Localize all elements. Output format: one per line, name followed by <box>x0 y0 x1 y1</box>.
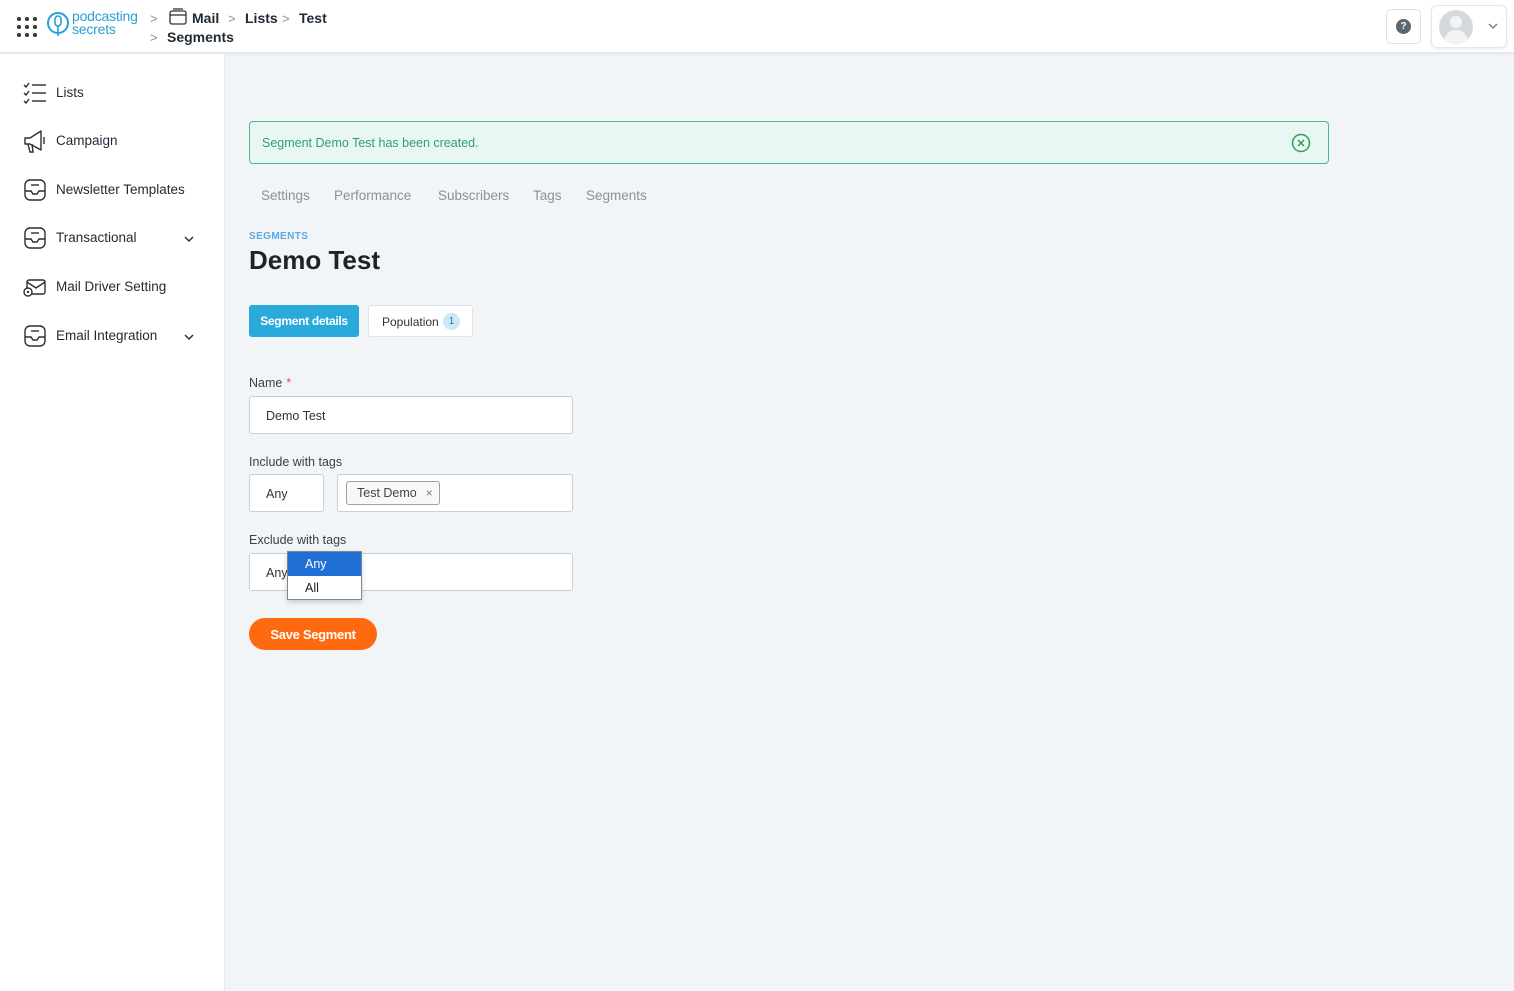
breadcrumb-mail[interactable]: Mail <box>192 10 219 26</box>
tab-subscribers[interactable]: Subscribers <box>438 188 509 203</box>
mail-gear-icon <box>23 279 46 297</box>
exclude-mode-dropdown: Any All <box>287 551 362 600</box>
close-circle-icon[interactable] <box>1291 133 1311 153</box>
sidebar-item-label: Campaign <box>56 133 118 148</box>
include-mode-value: Any <box>266 487 288 501</box>
name-input[interactable]: Demo Test <box>249 396 573 434</box>
breadcrumb-lists[interactable]: Lists <box>245 10 278 26</box>
mail-app-icon <box>169 8 187 25</box>
logo-text: podcasting secrets <box>72 9 138 37</box>
name-input-value: Demo Test <box>266 409 326 423</box>
sidebar-item-newsletter-templates[interactable]: Newsletter Templates <box>0 170 225 210</box>
breadcrumb-segments[interactable]: Segments <box>167 29 234 45</box>
tab-tags[interactable]: Tags <box>533 188 562 203</box>
required-mark: * <box>286 376 292 390</box>
sidebar-item-label: Lists <box>56 85 84 100</box>
name-label-text: Name <box>249 376 283 390</box>
tag-chip-label: Test Demo <box>357 486 417 500</box>
logo-line-2: secrets <box>72 21 116 37</box>
exclude-mode-value: Any <box>266 566 288 580</box>
sidebar-item-label: Newsletter Templates <box>56 182 185 197</box>
sidebar-item-label: Transactional <box>56 230 137 245</box>
sidebar-item-lists[interactable]: Lists <box>0 73 225 113</box>
chevron-right-icon: > <box>228 11 236 26</box>
list-check-icon <box>23 82 46 105</box>
sidebar-item-label: Mail Driver Setting <box>56 279 167 294</box>
include-tags-input[interactable]: Test Demo × <box>337 474 573 512</box>
dropdown-option-all[interactable]: All <box>288 576 361 600</box>
tag-chip: Test Demo × <box>346 481 440 505</box>
sidebar-item-campaign[interactable]: Campaign <box>0 121 225 161</box>
tab-segments[interactable]: Segments <box>586 188 647 203</box>
avatar <box>1439 10 1473 44</box>
population-count-badge: 1 <box>443 313 460 330</box>
population-label: Population <box>382 315 439 329</box>
inbox-icon <box>24 179 46 201</box>
segment-details-button[interactable]: Segment details <box>249 305 359 337</box>
alert-message: Segment Demo Test has been created. <box>262 136 479 150</box>
brand-logo[interactable]: podcasting secrets <box>47 9 145 38</box>
help-button[interactable]: ? <box>1386 9 1421 44</box>
chevron-down-icon[interactable] <box>183 331 195 343</box>
dropdown-option-any[interactable]: Any <box>288 552 361 576</box>
chevron-down-icon[interactable] <box>183 233 195 245</box>
inbox-icon <box>24 227 46 249</box>
user-menu-button[interactable] <box>1431 5 1507 48</box>
apps-grid-icon[interactable] <box>17 17 37 37</box>
microphone-logo-icon <box>47 12 69 36</box>
breadcrumb-test[interactable]: Test <box>299 10 327 26</box>
include-tags-label: Include with tags <box>249 455 343 469</box>
sidebar-item-email-integration[interactable]: Email Integration <box>0 316 225 356</box>
population-button[interactable]: Population 1 <box>368 305 473 337</box>
chevron-right-icon: > <box>150 30 158 45</box>
page-title: Demo Test <box>249 245 380 275</box>
success-alert: Segment Demo Test has been created. <box>249 121 1329 164</box>
exclude-tags-input[interactable] <box>337 553 573 591</box>
chevron-right-icon: > <box>150 11 158 26</box>
help-icon: ? <box>1396 19 1411 34</box>
tab-performance[interactable]: Performance <box>334 188 411 203</box>
save-segment-button[interactable]: Save Segment <box>249 618 377 650</box>
sidebar-item-transactional[interactable]: Transactional <box>0 218 225 258</box>
inbox-icon <box>24 325 46 347</box>
exclude-tags-label: Exclude with tags <box>249 533 347 547</box>
sidebar-item-mail-driver-setting[interactable]: Mail Driver Setting <box>0 267 225 307</box>
chevron-right-icon: > <box>282 11 290 26</box>
page-eyebrow: SEGMENTS <box>249 231 309 242</box>
sidebar: Lists Campaign Newsletter Templates Tran… <box>0 54 225 991</box>
name-label: Name * <box>249 376 291 390</box>
chevron-down-icon <box>1488 23 1498 30</box>
sidebar-item-label: Email Integration <box>56 328 158 343</box>
remove-tag-icon[interactable]: × <box>426 482 433 504</box>
include-mode-select[interactable]: Any <box>249 474 324 512</box>
top-bar: podcasting secrets > Mail > Lists > Test… <box>0 0 1514 53</box>
tab-settings[interactable]: Settings <box>261 188 310 203</box>
megaphone-icon <box>24 130 45 153</box>
